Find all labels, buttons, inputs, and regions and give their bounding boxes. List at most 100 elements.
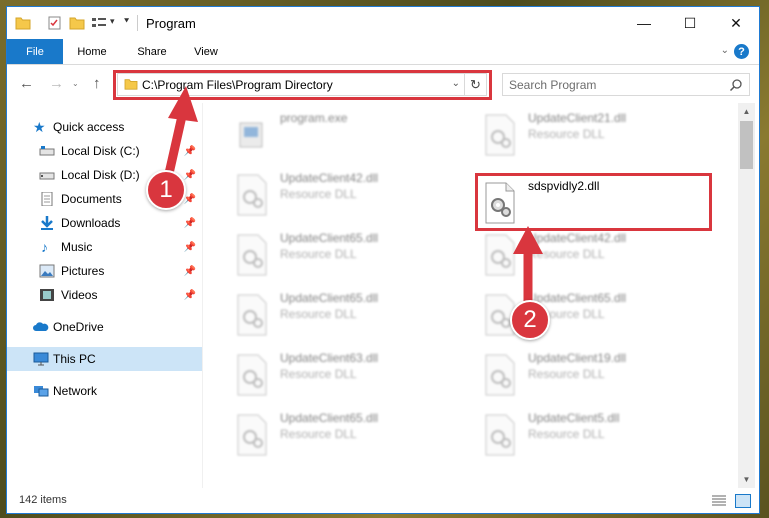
search-input[interactable]: Search Program	[509, 78, 596, 92]
download-icon	[41, 216, 53, 230]
list-item[interactable]: UpdateClient42.dll Resource DLL	[232, 167, 470, 223]
tab-file[interactable]: File	[7, 39, 63, 64]
folder-icon	[124, 79, 138, 90]
file-name: program.exe	[280, 111, 348, 125]
music-icon: ♪	[41, 239, 48, 255]
dll-file-icon	[485, 234, 515, 276]
dll-file-icon	[237, 354, 267, 396]
large-icons-view-icon[interactable]	[735, 494, 751, 508]
scrollbar-thumb[interactable]	[740, 121, 753, 169]
up-arrow-icon[interactable]: ↑	[93, 75, 101, 92]
pin-icon: 📌	[183, 241, 196, 253]
file-type: Resource DLL	[528, 367, 605, 381]
dll-file-icon	[237, 294, 267, 336]
dll-file-icon	[485, 114, 515, 156]
dll-file-icon	[237, 234, 267, 276]
minimize-icon: —	[637, 15, 651, 31]
folder-icon	[15, 17, 31, 30]
search-box[interactable]: Search Program	[502, 73, 750, 96]
sidebar-item-network[interactable]: Network	[7, 379, 202, 403]
pane-divider	[202, 103, 203, 488]
file-name: UpdateClient65.dll	[528, 291, 627, 305]
sidebar-item-downloads[interactable]: Downloads 📌	[7, 211, 202, 235]
chevron-down-icon[interactable]: ⌄	[452, 78, 460, 89]
close-button[interactable]: ✕	[713, 7, 759, 39]
tab-home[interactable]: Home	[67, 39, 117, 64]
help-icon[interactable]: ?	[734, 44, 749, 59]
list-item[interactable]: UpdateClient42.dll Resource DLL	[480, 227, 718, 283]
sidebar-item-label: Local Disk (D:)	[61, 168, 140, 182]
maximize-icon: ☐	[683, 14, 697, 31]
forward-arrow-icon[interactable]: →	[49, 75, 64, 92]
pin-icon: 📌	[183, 145, 196, 157]
properties-icon[interactable]	[47, 16, 63, 30]
file-type: Resource DLL	[528, 247, 605, 261]
refresh-button[interactable]: ↻	[464, 74, 486, 95]
list-item-sdspvidly2[interactable]: sdspvidly2.dll	[480, 175, 718, 231]
drive-icon	[39, 172, 55, 180]
sidebar-item-videos[interactable]: Videos 📌	[7, 283, 202, 307]
close-icon: ✕	[730, 14, 742, 31]
vertical-scrollbar[interactable]: ▲ ▼	[738, 103, 755, 488]
search-icon[interactable]	[729, 78, 743, 92]
list-item[interactable]: UpdateClient63.dll Resource DLL	[232, 347, 470, 403]
sidebar-item-label: Local Disk (C:)	[61, 144, 140, 158]
back-arrow-icon[interactable]: ←	[19, 75, 34, 92]
details-view-icon[interactable]	[711, 494, 727, 508]
tab-view[interactable]: View	[183, 39, 229, 64]
refresh-icon: ↻	[470, 76, 481, 92]
sidebar-item-this-pc[interactable]: This PC	[7, 347, 202, 371]
address-path[interactable]: C:\Program Files\Program Directory	[142, 78, 333, 92]
pin-icon: 📌	[183, 217, 196, 229]
customize-toolbar-icon[interactable]: ⯆	[123, 16, 130, 27]
file-type: Resource DLL	[280, 247, 357, 261]
dll-file-icon	[237, 174, 267, 216]
annotation-badge-2: 2	[510, 300, 550, 340]
recent-locations-icon[interactable]: ⌄	[72, 79, 79, 88]
tab-share[interactable]: Share	[127, 39, 177, 64]
maximize-button[interactable]: ☐	[667, 7, 713, 39]
sidebar-item-local-disk-c[interactable]: Local Disk (C:) 📌	[7, 139, 202, 163]
annotation-badge-1: 1	[146, 170, 186, 210]
sidebar-item-label: Documents	[61, 192, 122, 206]
title-separator	[137, 15, 138, 31]
address-bar[interactable]: C:\Program Files\Program Directory ⌄ ↻	[117, 73, 487, 96]
view-options-icon[interactable]	[91, 16, 107, 30]
list-item[interactable]: program.exe	[232, 107, 470, 163]
ribbon-tabs: File Home Share View ⌄ ?	[7, 39, 759, 65]
pin-icon: 📌	[183, 169, 196, 181]
minimize-button[interactable]: —	[621, 7, 667, 39]
sidebar-item-label: Network	[53, 384, 98, 398]
file-type: Resource DLL	[280, 367, 357, 381]
scroll-down-icon[interactable]: ▼	[738, 471, 755, 488]
sidebar-item-quick-access[interactable]: ★ Quick access	[7, 115, 202, 139]
file-type: Resource DLL	[280, 427, 357, 441]
sidebar-item-label: Downloads	[61, 216, 121, 230]
sidebar-item-pictures[interactable]: Pictures 📌	[7, 259, 202, 283]
videos-icon	[40, 289, 54, 301]
list-item[interactable]: UpdateClient65.dll Resource DLL	[232, 407, 470, 463]
list-item[interactable]: UpdateClient65.dll Resource DLL	[232, 227, 470, 283]
item-count: 142 items	[19, 494, 67, 506]
list-item[interactable]: UpdateClient21.dll Resource DLL	[480, 107, 718, 163]
chevron-down-icon[interactable]: ▾	[110, 16, 115, 27]
list-item[interactable]: UpdateClient19.dll Resource DLL	[480, 347, 718, 403]
dll-file-icon	[485, 414, 515, 456]
new-folder-icon[interactable]	[69, 16, 85, 30]
list-item[interactable]: UpdateClient65.dll Resource DLL	[232, 287, 470, 343]
sidebar-item-onedrive[interactable]: OneDrive	[7, 315, 202, 339]
cloud-icon	[33, 322, 49, 331]
file-name: UpdateClient65.dll	[280, 231, 379, 245]
scroll-up-icon[interactable]: ▲	[738, 103, 755, 120]
computer-icon	[33, 352, 49, 366]
sidebar-item-music[interactable]: ♪ Music 📌	[7, 235, 202, 259]
file-list: program.exe UpdateClient42.dll Resource …	[212, 103, 739, 488]
file-type: Resource DLL	[280, 307, 357, 321]
expand-ribbon-icon[interactable]: ⌄	[721, 45, 729, 56]
pictures-icon	[39, 264, 55, 278]
title-bar: ▾ ⯆ Program — ☐ ✕	[7, 7, 759, 39]
file-explorer-window: ▾ ⯆ Program — ☐ ✕ File Home Share View ⌄…	[6, 6, 760, 514]
dll-file-icon	[485, 354, 515, 396]
list-item[interactable]: UpdateClient5.dll Resource DLL	[480, 407, 718, 463]
sidebar-item-label: Quick access	[53, 120, 125, 134]
